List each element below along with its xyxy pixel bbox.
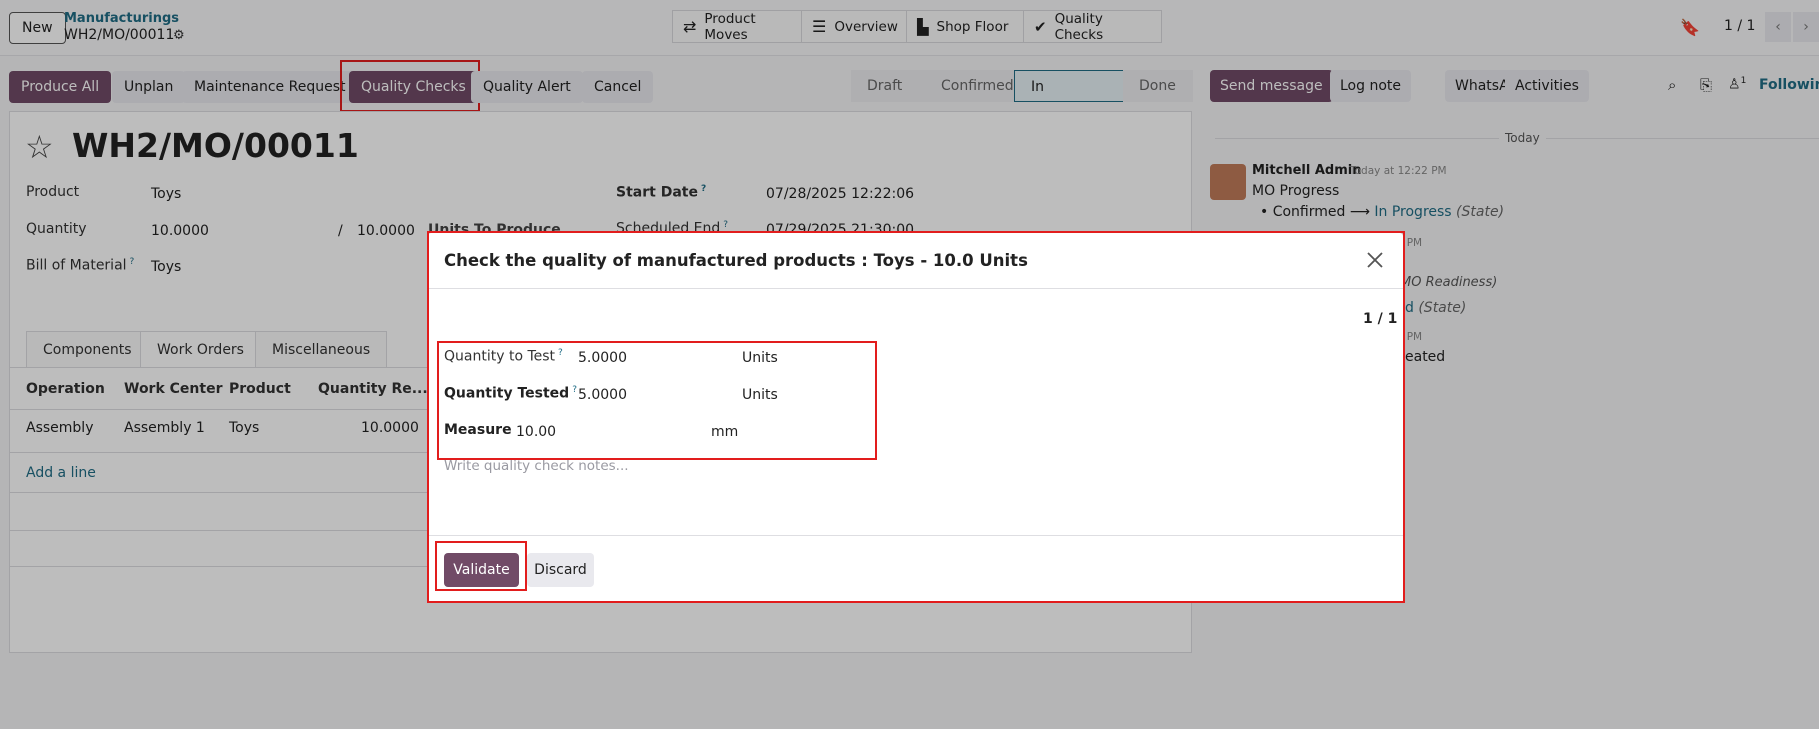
dialog-pager: 1 / 1: [1363, 311, 1398, 327]
discard-button[interactable]: Discard: [527, 553, 594, 587]
qty-to-test-uom[interactable]: Units: [742, 350, 778, 366]
measure-uom: mm: [711, 424, 739, 440]
validate-button[interactable]: Validate: [444, 553, 519, 587]
dialog-title: Check the quality of manufactured produc…: [444, 251, 1028, 270]
measure-label: Measure: [444, 422, 512, 438]
qty-tested-uom[interactable]: Units: [742, 387, 778, 403]
qty-to-test-value[interactable]: 5.0000: [578, 350, 627, 366]
qty-tested-label: Quantity Tested?: [444, 385, 577, 402]
close-icon[interactable]: [1364, 249, 1386, 271]
qty-to-test-label: Quantity to Test?: [444, 348, 563, 365]
qty-tested-input[interactable]: 5.0000: [578, 387, 627, 403]
quality-check-dialog: Check the quality of manufactured produc…: [428, 233, 1403, 603]
notes-field[interactable]: Write quality check notes...: [444, 458, 629, 474]
measure-input[interactable]: 10.00: [516, 424, 556, 440]
